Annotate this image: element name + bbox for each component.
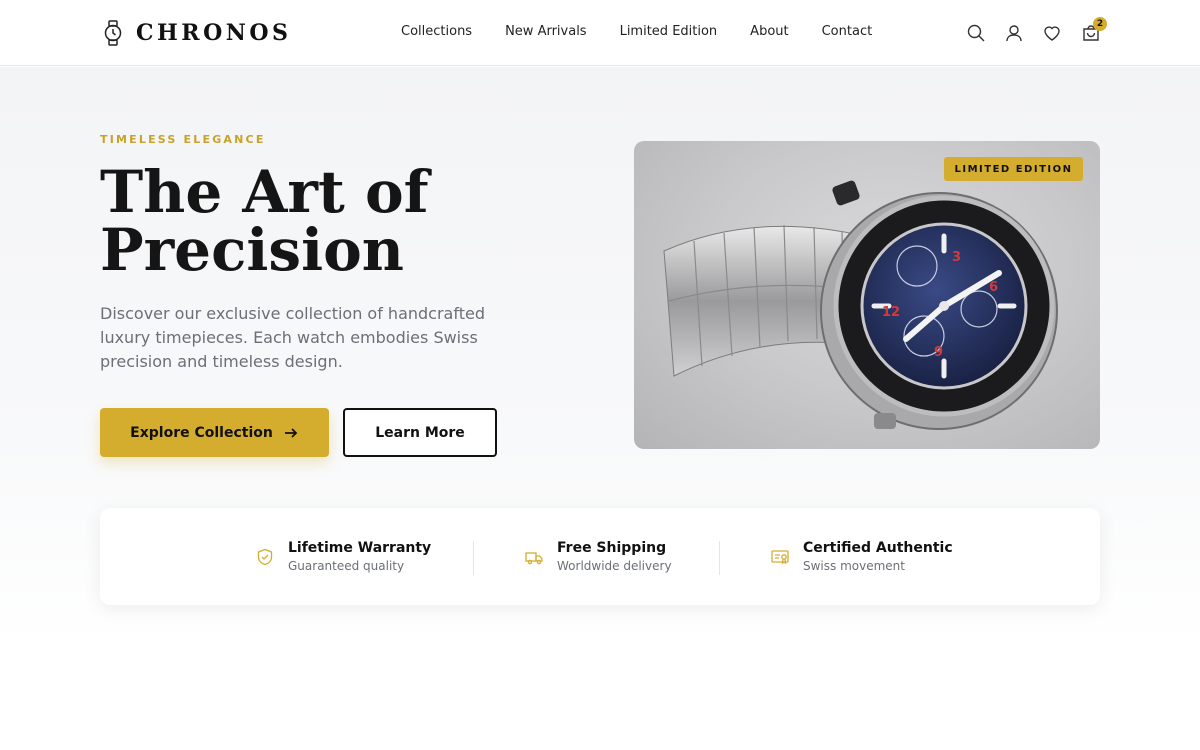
nav-item-contact[interactable]: Contact xyxy=(822,24,873,39)
svg-text:12: 12 xyxy=(882,305,900,320)
nav-item-collections[interactable]: Collections xyxy=(401,24,472,39)
feature-certified-authentic: Certified Authentic Swiss movement xyxy=(771,540,953,573)
truck-icon xyxy=(525,552,543,565)
nav-item-new-arrivals[interactable]: New Arrivals xyxy=(505,24,587,39)
watch-icon xyxy=(104,20,122,46)
learn-more-label: Learn More xyxy=(375,424,465,441)
main-nav: Collections New Arrivals Limited Edition… xyxy=(401,24,872,39)
hero-description: Discover our exclusive collection of han… xyxy=(100,304,485,371)
feature-divider xyxy=(719,541,720,575)
feature-divider xyxy=(473,541,474,575)
certificate-icon xyxy=(771,550,789,565)
feature-title: Lifetime Warranty xyxy=(288,540,432,556)
hero-title: The Art of Precision xyxy=(100,163,600,279)
user-icon[interactable] xyxy=(1005,24,1023,42)
heart-icon[interactable] xyxy=(1043,24,1061,42)
watch-illustration: 3 9 12 6 xyxy=(663,180,1058,430)
feature-subtitle: Guaranteed quality xyxy=(288,559,405,573)
limited-edition-badge: LIMITED EDITION xyxy=(944,157,1083,181)
arrow-right-icon xyxy=(284,427,298,438)
brand-name: CHRONOS xyxy=(136,20,292,46)
feature-free-shipping: Free Shipping Worldwide delivery xyxy=(525,540,672,573)
svg-text:9: 9 xyxy=(934,345,943,360)
product-image: 3 9 12 6 xyxy=(634,141,1100,449)
feature-subtitle: Worldwide delivery xyxy=(557,559,672,573)
feature-title: Free Shipping xyxy=(557,540,667,556)
cart-count-badge: 2 xyxy=(1093,17,1107,31)
brand-logo[interactable]: CHRONOS xyxy=(104,20,291,46)
learn-more-button[interactable]: Learn More xyxy=(343,408,497,457)
svg-text:3: 3 xyxy=(952,250,961,265)
explore-collection-button[interactable]: Explore Collection xyxy=(100,408,329,457)
explore-collection-label: Explore Collection xyxy=(130,424,273,441)
nav-item-about[interactable]: About xyxy=(750,24,788,39)
feature-lifetime-warranty: Lifetime Warranty Guaranteed quality xyxy=(256,540,431,573)
shield-check-icon xyxy=(257,548,273,566)
svg-text:6: 6 xyxy=(989,280,998,295)
feature-subtitle: Swiss movement xyxy=(803,559,905,573)
hero-title-line-2: Precision xyxy=(100,216,404,284)
hero-eyebrow: TIMELESS ELEGANCE xyxy=(100,133,266,146)
site-header: CHRONOS Collections New Arrivals Limited… xyxy=(0,0,1200,66)
nav-item-limited-edition[interactable]: Limited Edition xyxy=(620,24,718,39)
search-icon[interactable] xyxy=(967,24,985,42)
feature-title: Certified Authentic xyxy=(803,540,953,556)
